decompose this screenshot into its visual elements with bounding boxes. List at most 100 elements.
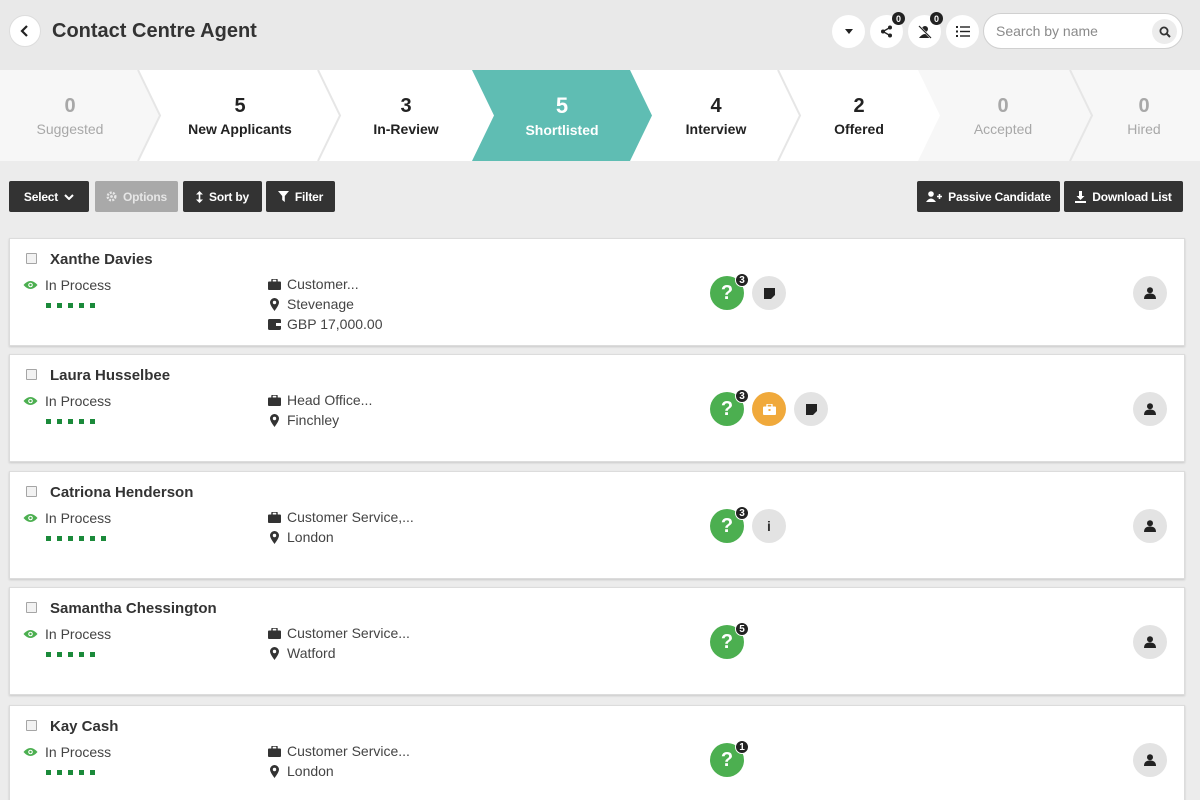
map-marker-icon: [270, 646, 279, 660]
eye-icon: [23, 397, 38, 405]
candidate-name[interactable]: Xanthe Davies: [50, 251, 153, 268]
options-button[interactable]: Options: [95, 181, 178, 212]
notes-button[interactable]: [794, 392, 828, 426]
briefcase-icon: [268, 511, 281, 523]
rejected-count-badge: 0: [930, 12, 943, 25]
search-button[interactable]: [1152, 19, 1177, 44]
eye-icon: [23, 281, 38, 289]
job-detail: Customer Service...: [268, 743, 410, 759]
sort-icon: [196, 190, 204, 203]
location-text: Watford: [287, 645, 336, 661]
back-button[interactable]: [9, 15, 41, 47]
location-text: London: [287, 529, 334, 545]
select-label: Select: [23, 189, 59, 204]
stage-hired[interactable]: 0 Hired: [1092, 70, 1196, 161]
stage-shortlisted[interactable]: 5 Shortlisted: [494, 70, 630, 161]
rating-dots: [46, 770, 95, 775]
questions-button[interactable]: ? 3: [710, 506, 749, 543]
candidate-card[interactable]: Xanthe Davies In Process Customer... Ste…: [9, 238, 1185, 346]
candidate-status: In Process: [23, 393, 111, 409]
download-list-button[interactable]: Download List: [1064, 181, 1183, 212]
profile-button[interactable]: [1133, 743, 1167, 777]
chevron-down-icon: [64, 193, 74, 200]
share-button[interactable]: 0: [870, 12, 905, 48]
stage-label: Accepted: [973, 120, 1033, 137]
profile-button[interactable]: [1133, 276, 1167, 310]
candidate-card[interactable]: Catriona Henderson In Process Customer S…: [9, 471, 1185, 579]
filter-button[interactable]: Filter: [266, 181, 335, 212]
filter-icon: [277, 191, 289, 202]
location-detail: London: [268, 763, 334, 779]
location-detail: Stevenage: [268, 296, 354, 312]
stage-count: 0: [64, 94, 76, 117]
stage-offered[interactable]: 2 Offered: [800, 70, 918, 161]
sticky-note-icon: [805, 403, 817, 415]
questions-badge: 3: [735, 389, 749, 403]
question-icon: ?: [720, 630, 734, 653]
candidate-status: In Process: [23, 626, 111, 642]
location-text: Finchley: [287, 412, 340, 428]
user-icon: [1144, 636, 1156, 648]
sort-button[interactable]: Sort by: [183, 181, 262, 212]
questions-button[interactable]: ? 5: [710, 622, 749, 659]
search-input[interactable]: [996, 23, 1146, 39]
stage-suggested[interactable]: 0 Suggested: [0, 70, 140, 161]
questions-button[interactable]: ? 3: [710, 273, 749, 310]
stage-interview[interactable]: 4 Interview: [652, 70, 780, 161]
caret-down-icon: [844, 29, 853, 34]
candidate-card[interactable]: Laura Husselbee In Process Head Office..…: [9, 354, 1185, 462]
map-marker-icon: [270, 530, 279, 544]
share-icon: [881, 25, 892, 38]
eye-icon: [23, 630, 38, 638]
stage-label: Shortlisted: [525, 122, 599, 138]
questions-badge: 3: [735, 506, 749, 520]
candidate-checkbox[interactable]: [26, 720, 37, 731]
location-detail: London: [268, 529, 334, 545]
stage-accepted[interactable]: 0 Accepted: [940, 70, 1066, 161]
candidate-name[interactable]: Kay Cash: [50, 718, 118, 735]
profile-button[interactable]: [1133, 392, 1167, 426]
more-dropdown-button[interactable]: [832, 15, 865, 48]
stage-new-applicants[interactable]: 5 New Applicants: [160, 70, 320, 161]
pipeline-stages: 0 Suggested 5 New Applicants 3 In-Review…: [0, 70, 1200, 161]
rejected-button[interactable]: 0: [908, 12, 943, 48]
profile-button[interactable]: [1133, 625, 1167, 659]
question-icon: ?: [720, 281, 734, 304]
questions-button[interactable]: ? 3: [710, 389, 749, 426]
candidate-card[interactable]: Samantha Chessington In Process Customer…: [9, 587, 1185, 695]
question-icon: ?: [720, 748, 734, 771]
status-text: In Process: [45, 510, 112, 526]
candidate-checkbox[interactable]: [26, 369, 37, 380]
location-detail: Watford: [268, 645, 336, 661]
candidate-checkbox[interactable]: [26, 253, 37, 264]
candidate-name[interactable]: Catriona Henderson: [50, 484, 193, 501]
candidate-checkbox[interactable]: [26, 486, 37, 497]
status-text: In Process: [45, 744, 112, 760]
candidate-checkbox[interactable]: [26, 602, 37, 613]
candidate-name[interactable]: Laura Husselbee: [50, 367, 170, 384]
list-view-button[interactable]: [946, 15, 979, 48]
stage-in-review[interactable]: 3 In-Review: [340, 70, 472, 161]
job-title: Customer Service...: [287, 625, 410, 641]
options-label: Options: [123, 189, 167, 204]
search-icon: [1159, 26, 1171, 38]
info-button[interactable]: i: [752, 509, 786, 543]
user-plus-icon: [926, 191, 943, 202]
job-detail: Customer...: [268, 276, 359, 292]
rating-dots: [46, 652, 95, 657]
select-dropdown-button[interactable]: Select: [9, 181, 89, 212]
questions-button[interactable]: ? 1: [710, 740, 749, 777]
briefcase-icon: [268, 627, 281, 639]
stage-label: In-Review: [373, 120, 439, 137]
notes-button[interactable]: [752, 276, 786, 310]
candidate-card[interactable]: Kay Cash In Process Customer Service... …: [9, 705, 1185, 800]
briefcase-icon: [268, 745, 281, 757]
interview-button[interactable]: [752, 392, 786, 426]
user-slash-icon: [917, 24, 932, 39]
eye-icon: [23, 748, 38, 756]
search-box: [983, 13, 1183, 49]
share-count-badge: 0: [892, 12, 905, 25]
profile-button[interactable]: [1133, 509, 1167, 543]
candidate-name[interactable]: Samantha Chessington: [50, 600, 217, 617]
passive-candidate-button[interactable]: Passive Candidate: [917, 181, 1060, 212]
